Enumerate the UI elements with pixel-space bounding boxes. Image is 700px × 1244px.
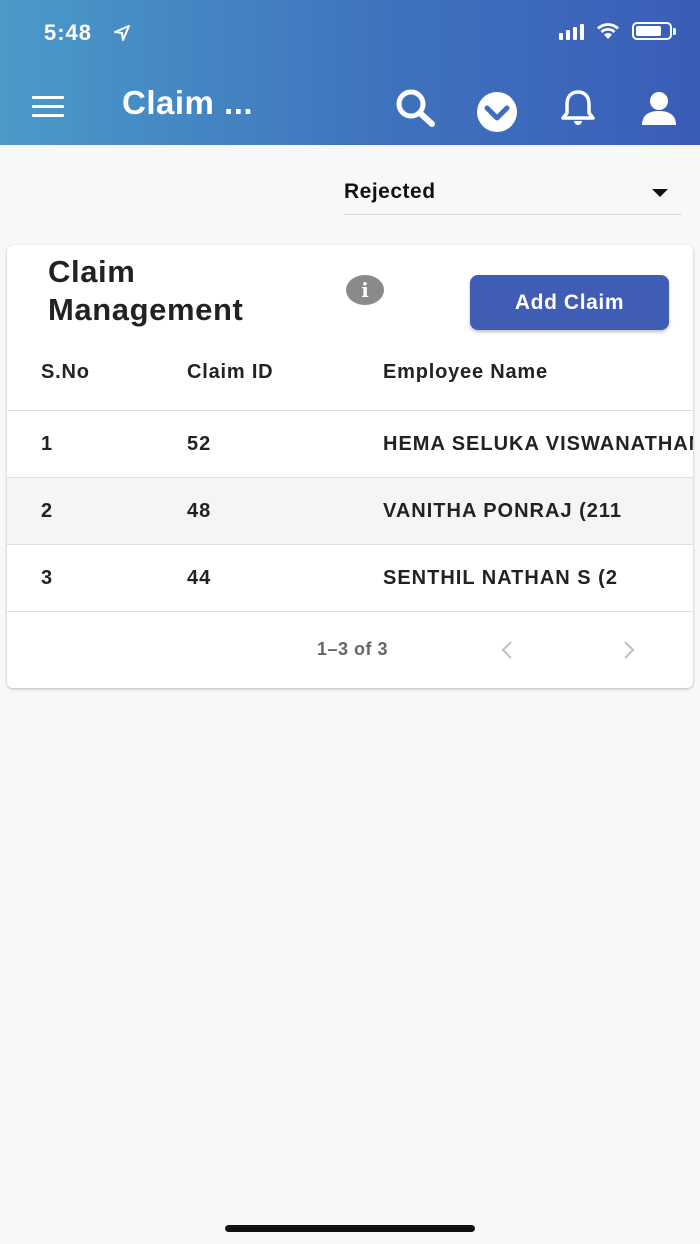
- menu-icon[interactable]: [32, 96, 64, 117]
- cell-employee-name: SENTHIL NATHAN S (2: [383, 567, 618, 589]
- status-filter-select[interactable]: Rejected: [344, 172, 682, 215]
- battery-icon: [632, 22, 676, 40]
- chevron-down-circle-icon[interactable]: [475, 90, 519, 134]
- card-title: Claim Management: [48, 254, 244, 327]
- cell-employee-name: HEMA SELUKA VISWANATHAN: [383, 433, 693, 455]
- home-indicator: [225, 1225, 475, 1232]
- column-header-sno[interactable]: S.No: [41, 361, 90, 384]
- cell-claim-id: 52: [187, 433, 212, 455]
- cell-sno: 3: [41, 567, 54, 589]
- signal-icon: [559, 22, 584, 40]
- search-icon[interactable]: [393, 86, 437, 130]
- location-arrow-icon: [114, 25, 130, 41]
- claim-management-card: Claim Management i Add Claim S.No Claim …: [7, 245, 693, 688]
- chevron-left-icon[interactable]: [492, 635, 522, 665]
- table-row[interactable]: 1 52 HEMA SELUKA VISWANATHAN: [7, 411, 693, 478]
- info-icon[interactable]: i: [346, 275, 384, 305]
- cell-sno: 2: [41, 500, 54, 522]
- cell-claim-id: 44: [187, 567, 212, 589]
- bell-icon[interactable]: [556, 86, 600, 130]
- table-row[interactable]: 2 48 VANITHA PONRAJ (211: [7, 478, 693, 545]
- pagination: 1–3 of 3: [7, 611, 693, 688]
- add-claim-button[interactable]: Add Claim: [470, 275, 669, 330]
- cell-employee-name: VANITHA PONRAJ (211: [383, 500, 623, 522]
- cell-sno: 1: [41, 433, 54, 455]
- status-time: 5:48: [44, 20, 93, 45]
- table-row[interactable]: 3 44 SENTHIL NATHAN S (2: [7, 545, 693, 612]
- status-indicators: [559, 22, 676, 40]
- user-icon[interactable]: [637, 86, 681, 130]
- column-header-claim-id[interactable]: Claim ID: [187, 361, 273, 384]
- column-header-employee-name[interactable]: Employee Name: [383, 361, 548, 384]
- cell-claim-id: 48: [187, 500, 212, 522]
- chevron-right-icon[interactable]: [614, 635, 644, 665]
- app-bar: 5:48 Claim ...: [0, 0, 700, 145]
- wifi-icon: [597, 23, 619, 39]
- caret-down-icon: [652, 189, 668, 197]
- page-range-label: 1–3 of 3: [317, 639, 389, 659]
- table-header: S.No Claim ID Employee Name: [7, 345, 693, 411]
- status-filter-value: Rejected: [344, 180, 436, 203]
- page-title: Claim ...: [122, 84, 254, 121]
